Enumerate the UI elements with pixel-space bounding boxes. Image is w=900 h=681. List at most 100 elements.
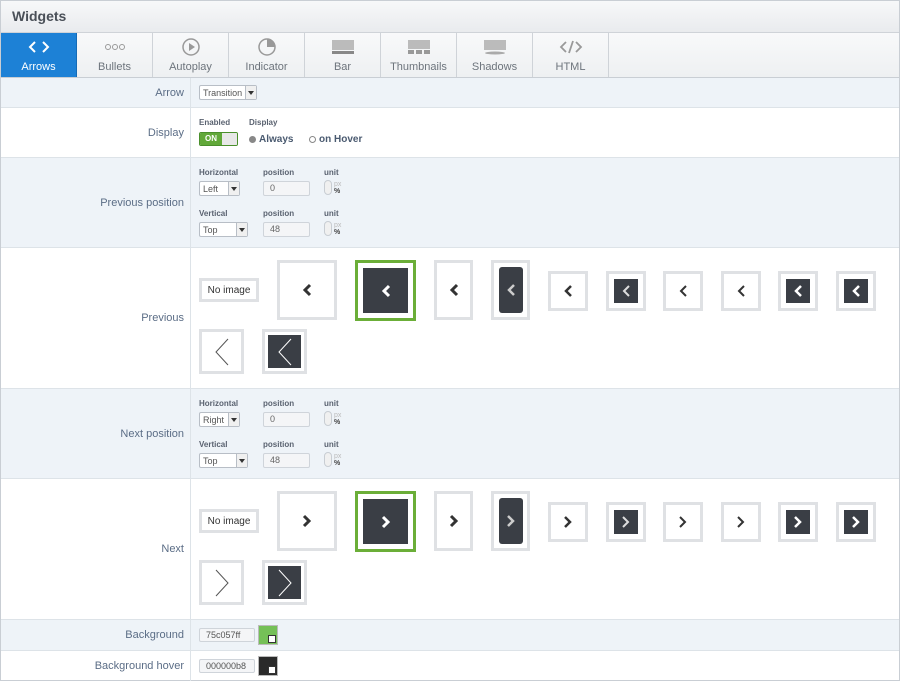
next-arrow-option[interactable]	[663, 502, 703, 542]
background-hover-color-swatch[interactable]	[258, 656, 278, 676]
next-vertical-position-input[interactable]: 48	[263, 453, 310, 468]
tab-indicator[interactable]: Indicator	[229, 33, 305, 77]
previous-arrow-option[interactable]	[199, 329, 244, 374]
display-hover-radio[interactable]: on Hover	[309, 134, 362, 145]
previous-arrow-option-selected[interactable]	[355, 260, 416, 321]
thin-chevron-left-icon	[214, 338, 228, 365]
position-label: position	[263, 440, 295, 449]
unit-pill	[324, 180, 332, 195]
next-vertical-select[interactable]: Top	[199, 453, 248, 468]
prev-horizontal-position-input[interactable]: 0	[263, 181, 310, 196]
previous-arrow-option[interactable]	[491, 260, 530, 320]
tab-autoplay[interactable]: Autoplay	[153, 33, 229, 77]
thin-chevron-left-icon	[277, 338, 291, 365]
next-arrow-option[interactable]	[491, 491, 530, 551]
tab-shadows[interactable]: Shadows	[457, 33, 533, 77]
next-h-unit-switch[interactable]: px%	[324, 411, 341, 426]
arrow-row: Arrow Transition	[1, 78, 899, 108]
thin-chevron-right-icon	[215, 569, 229, 596]
tab-html[interactable]: HTML	[533, 33, 609, 77]
position-label: position	[263, 209, 295, 218]
chevron-down-icon	[228, 413, 239, 426]
next-no-image-option[interactable]: No image	[199, 509, 259, 533]
next-arrow-option[interactable]	[778, 502, 818, 542]
prev-h-unit-switch[interactable]: px%	[324, 180, 341, 195]
widget-tabs: Arrows Bullets Autoplay Indicator Bar Th…	[1, 33, 899, 78]
chevron-right-icon	[737, 516, 745, 528]
prev-vertical-select[interactable]: Top	[199, 222, 248, 237]
tab-label: Arrows	[21, 61, 56, 73]
html-code-icon	[559, 36, 583, 58]
tab-label: Autoplay	[169, 61, 212, 73]
previous-arrow-option[interactable]	[836, 271, 876, 311]
previous-arrow-option[interactable]	[663, 271, 703, 311]
unit-pct: %	[334, 228, 341, 236]
background-hover-color-input[interactable]: 000000b8	[199, 659, 255, 673]
unit-pill	[324, 452, 332, 467]
next-horizontal-value: Right	[203, 414, 225, 425]
shadows-icon	[483, 36, 507, 58]
next-arrow-option[interactable]	[199, 560, 244, 605]
next-arrow-option[interactable]	[434, 491, 473, 551]
tab-bullets[interactable]: Bullets	[77, 33, 153, 77]
next-arrow-option[interactable]	[721, 502, 761, 542]
chevron-left-icon	[679, 285, 687, 297]
prev-horizontal-select[interactable]: Left	[199, 181, 240, 196]
next-arrow-option[interactable]	[606, 502, 646, 542]
tab-label: Bullets	[97, 61, 132, 73]
chevron-down-icon	[228, 182, 239, 195]
tab-label: Shadows	[471, 61, 518, 73]
tab-arrows[interactable]: Arrows	[1, 33, 77, 77]
next-arrow-option[interactable]	[548, 502, 588, 542]
next-row: Next No image	[1, 479, 899, 620]
play-icon	[181, 36, 201, 58]
vertical-label: Vertical	[199, 440, 228, 449]
background-hover-row: Background hover 000000b8	[1, 651, 899, 681]
next-arrow-option[interactable]	[277, 491, 337, 551]
next-arrow-option-selected[interactable]	[355, 491, 416, 552]
enabled-toggle[interactable]: ON	[199, 132, 238, 146]
prev-v-unit-switch[interactable]: px%	[324, 221, 341, 236]
arrow-type-value: Transition	[203, 87, 243, 98]
next-arrow-option[interactable]	[262, 560, 307, 605]
prev-vertical-position-input[interactable]: 48	[263, 222, 310, 237]
unit-pct: %	[334, 459, 341, 467]
previous-arrow-option[interactable]	[277, 260, 337, 320]
previous-arrow-option[interactable]	[778, 271, 818, 311]
previous-arrow-option[interactable]	[606, 271, 646, 311]
previous-no-image-option[interactable]: No image	[199, 278, 259, 302]
next-horizontal-position-input[interactable]: 0	[263, 412, 310, 427]
thin-chevron-right-icon	[278, 569, 292, 596]
radio-checked-icon	[249, 136, 256, 143]
thumbnails-icon	[407, 36, 431, 58]
display-always-radio[interactable]: Always	[249, 134, 293, 145]
widgets-panel: Widgets Arrows Bullets Autoplay Indicato…	[0, 0, 900, 681]
previous-row: Previous No image	[1, 248, 899, 389]
previous-arrow-option[interactable]	[548, 271, 588, 311]
chevron-right-icon	[506, 515, 515, 527]
radio-unchecked-icon	[309, 136, 316, 143]
chevron-right-icon	[302, 514, 312, 528]
toggle-knob	[222, 133, 237, 145]
previous-arrow-option[interactable]	[434, 260, 473, 320]
next-label: Next	[1, 479, 191, 619]
next-v-unit-switch[interactable]: px%	[324, 452, 341, 467]
previous-arrow-option[interactable]	[262, 329, 307, 374]
next-horizontal-select[interactable]: Right	[199, 412, 240, 427]
chevron-left-icon	[622, 285, 630, 297]
previous-label: Previous	[1, 248, 191, 388]
horizontal-label: Horizontal	[199, 168, 239, 177]
previous-arrow-option[interactable]	[721, 271, 761, 311]
unit-label: unit	[324, 168, 339, 177]
tab-thumbnails[interactable]: Thumbnails	[381, 33, 457, 77]
chevron-left-icon	[381, 284, 390, 297]
background-color-swatch[interactable]	[258, 625, 278, 645]
pie-indicator-icon	[257, 36, 277, 58]
toggle-state: ON	[200, 133, 222, 145]
background-hover-label: Background hover	[1, 651, 191, 681]
background-color-input[interactable]: 75c057ff	[199, 628, 255, 642]
next-arrow-option[interactable]	[836, 502, 876, 542]
tab-bar[interactable]: Bar	[305, 33, 381, 77]
arrow-type-select[interactable]: Transition	[199, 85, 258, 100]
tab-label: Thumbnails	[390, 61, 447, 73]
